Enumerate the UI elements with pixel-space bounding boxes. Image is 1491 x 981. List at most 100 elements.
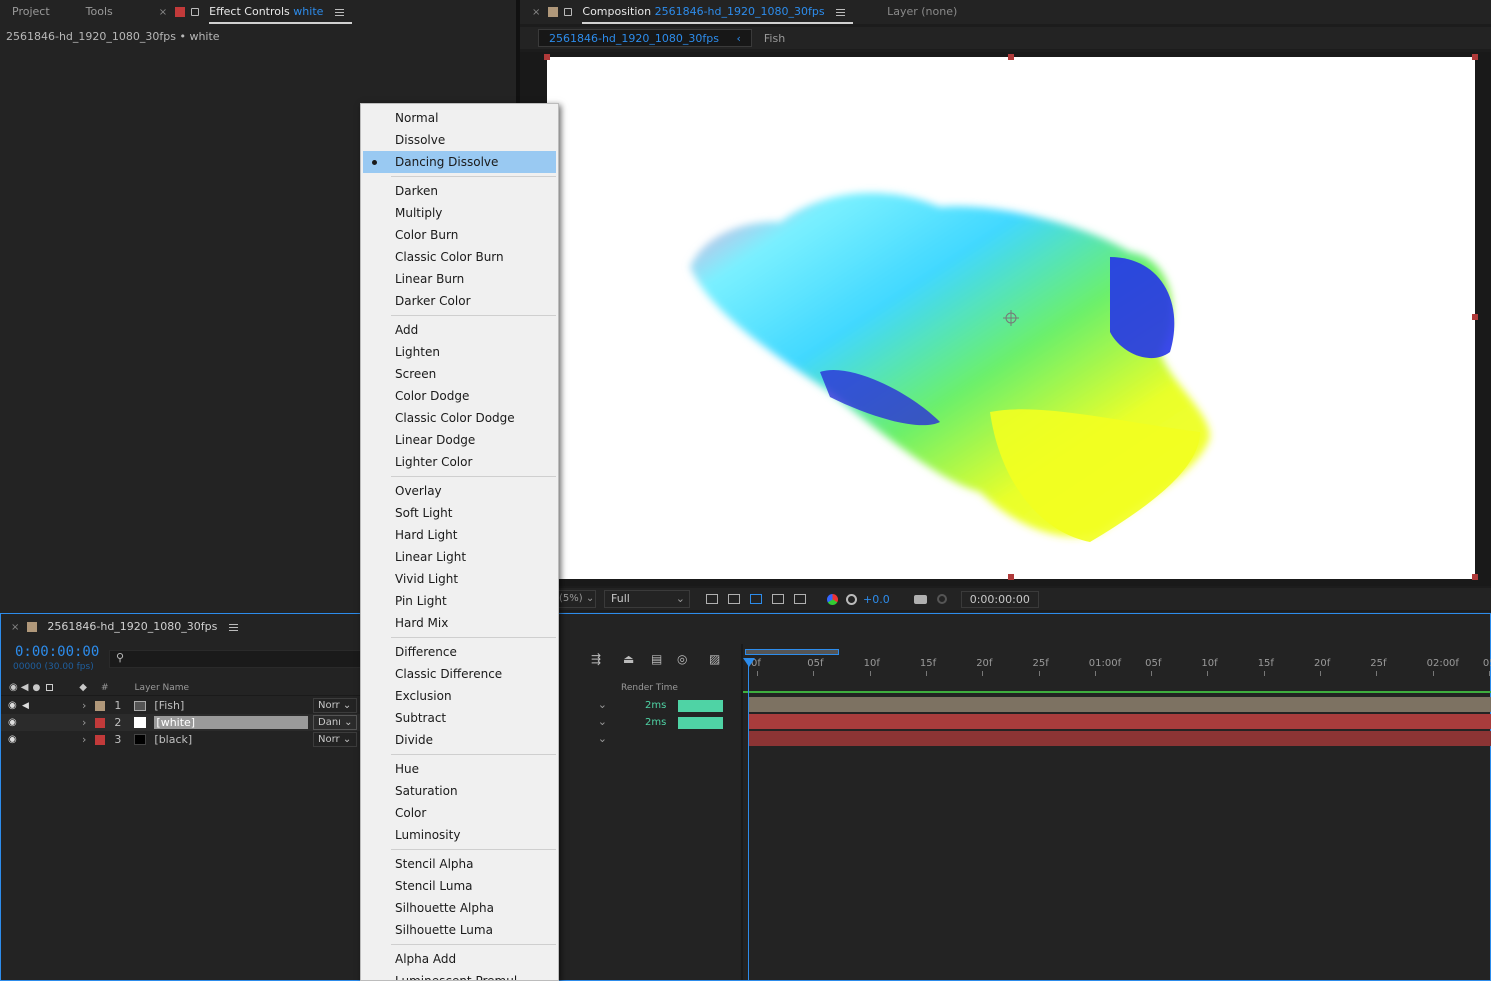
- blend-menu-item[interactable]: Lighter Color: [361, 451, 558, 473]
- layer-row[interactable]: ◉ › 3 [black]: [1, 731, 361, 748]
- grid-guides-icon[interactable]: [794, 594, 806, 604]
- expand-chevron-icon[interactable]: ›: [82, 716, 86, 729]
- panel-menu-icon[interactable]: [228, 623, 238, 631]
- comp-flowchart-icon[interactable]: ⇶: [591, 652, 601, 666]
- transparency-grid-icon[interactable]: [728, 594, 740, 604]
- solo-switch-icon[interactable]: ●: [32, 683, 40, 693]
- track-white[interactable]: [749, 714, 1491, 729]
- channel-rgb-icon[interactable]: [827, 593, 838, 605]
- comp-subtab-active[interactable]: 2561846-hd_1920_1080_30fps ‹: [538, 29, 752, 47]
- parent-dropdown-chevron[interactable]: ⌄: [598, 715, 607, 728]
- blend-menu-item[interactable]: Saturation: [361, 780, 558, 802]
- camera-snapshot-icon[interactable]: [913, 594, 927, 604]
- blend-menu-item[interactable]: Hard Mix: [361, 612, 558, 634]
- blend-menu-item[interactable]: Linear Burn: [361, 268, 558, 290]
- parent-dropdown-chevron[interactable]: ⌄: [598, 698, 607, 711]
- region-of-interest-icon[interactable]: [706, 594, 718, 604]
- layer-label-swatch[interactable]: [95, 717, 106, 728]
- eye-icon[interactable]: ◉: [8, 700, 18, 711]
- tab-layer-panel[interactable]: Layer (none): [879, 0, 965, 24]
- frame-blending-icon[interactable]: ▤: [651, 652, 662, 666]
- blend-menu-item[interactable]: Color Burn: [361, 224, 558, 246]
- blend-menu-item[interactable]: Dissolve: [361, 129, 558, 151]
- blend-menu-item[interactable]: Add: [361, 319, 558, 341]
- audio-switch-icon[interactable]: ◀: [21, 682, 29, 693]
- eye-icon[interactable]: ◉: [8, 734, 18, 745]
- video-switch-icon[interactable]: ◉: [9, 682, 18, 693]
- layer-name-selected[interactable]: [white]: [154, 716, 309, 729]
- time-ruler[interactable]: 0f 05f 10f 15f 20f 25f 01:00f 05f 10f 15f 20f 25f 02…: [743, 644, 1491, 678]
- layer-row[interactable]: ◉ ◀ › 1 [Fish]: [1, 697, 361, 714]
- label-tag-icon[interactable]: ◆: [79, 682, 87, 693]
- blend-mode-dropdown[interactable]: Norr ⌄: [313, 698, 357, 713]
- show-snapshot-icon[interactable]: [936, 594, 947, 604]
- playhead-handle[interactable]: [743, 658, 755, 667]
- viewer-timecode[interactable]: 0:00:00:00: [960, 590, 1039, 608]
- parent-dropdown-chevron[interactable]: ⌄: [598, 732, 607, 745]
- graph-editor-icon[interactable]: ▨: [709, 652, 720, 666]
- timeline-timecode[interactable]: 0:00:00:00: [15, 644, 99, 660]
- blend-menu-item[interactable]: Alpha Add: [361, 948, 558, 970]
- work-area-bar[interactable]: [745, 649, 839, 655]
- tab-tools[interactable]: Tools: [78, 0, 121, 24]
- lock-switch-icon[interactable]: [46, 684, 54, 691]
- blend-mode-dropdown[interactable]: Danı ⌄: [313, 715, 357, 730]
- blend-menu-item[interactable]: Silhouette Alpha: [361, 897, 558, 919]
- safe-margins-icon[interactable]: [772, 594, 784, 604]
- layer-name[interactable]: [Fish]: [154, 699, 184, 712]
- blend-menu-item[interactable]: Luminescent Premul: [361, 970, 558, 980]
- exposure-value[interactable]: +0.0: [863, 593, 890, 606]
- blend-menu-item[interactable]: Lighten: [361, 341, 558, 363]
- lock-icon[interactable]: [564, 8, 573, 16]
- layer-name[interactable]: [black]: [154, 733, 192, 746]
- mask-path-icon[interactable]: [750, 594, 762, 604]
- blend-menu-item[interactable]: Darken: [361, 180, 558, 202]
- blend-menu-item[interactable]: Subtract: [361, 707, 558, 729]
- blend-menu-item[interactable]: Vivid Light: [361, 568, 558, 590]
- blend-menu-item[interactable]: Exclusion: [361, 685, 558, 707]
- blend-menu-item[interactable]: Pin Light: [361, 590, 558, 612]
- comp-viewer[interactable]: [520, 52, 1491, 586]
- panel-menu-icon[interactable]: [334, 8, 344, 16]
- blend-menu-item[interactable]: Linear Light: [361, 546, 558, 568]
- blend-menu-item[interactable]: Hard Light: [361, 524, 558, 546]
- blend-menu-item[interactable]: Silhouette Luma: [361, 919, 558, 941]
- draft-3d-icon[interactable]: ⏏: [623, 652, 634, 666]
- blend-menu-item[interactable]: Soft Light: [361, 502, 558, 524]
- motion-blur-icon[interactable]: ◎: [677, 652, 687, 666]
- track-fish[interactable]: [749, 697, 1491, 712]
- layer-row-selected[interactable]: ◉ › 2 [white]: [1, 714, 361, 731]
- blend-menu-item[interactable]: Difference: [361, 641, 558, 663]
- tab-timeline-comp[interactable]: 2561846-hd_1920_1080_30fps: [41, 615, 245, 639]
- playhead[interactable]: [748, 658, 749, 980]
- blend-mode-dropdown[interactable]: Norr ⌄: [313, 732, 357, 747]
- blend-menu-item[interactable]: Classic Difference: [361, 663, 558, 685]
- blend-menu-item[interactable]: Multiply: [361, 202, 558, 224]
- tab-project[interactable]: Project: [4, 0, 58, 24]
- speaker-icon[interactable]: ◀: [22, 701, 32, 711]
- blend-menu-item[interactable]: Stencil Luma: [361, 875, 558, 897]
- blend-menu-item[interactable]: Color Dodge: [361, 385, 558, 407]
- blend-menu-item[interactable]: Color: [361, 802, 558, 824]
- close-icon[interactable]: ×: [528, 7, 544, 18]
- blend-menu-item[interactable]: Normal: [361, 107, 558, 129]
- blend-menu-item[interactable]: Stencil Alpha: [361, 853, 558, 875]
- eye-icon[interactable]: ◉: [8, 717, 18, 728]
- resolution-dropdown[interactable]: Full ⌄: [604, 590, 690, 608]
- lock-icon[interactable]: [191, 8, 200, 16]
- blend-menu-item[interactable]: Darker Color: [361, 290, 558, 312]
- panel-menu-icon[interactable]: [836, 8, 846, 16]
- blend-menu-item[interactable]: Overlay: [361, 480, 558, 502]
- tab-effect-controls[interactable]: Effect Controls white: [205, 0, 352, 24]
- magnification-dropdown[interactable]: (5%) ⌄: [556, 590, 596, 608]
- blend-menu-item[interactable]: Classic Color Burn: [361, 246, 558, 268]
- close-icon[interactable]: ×: [7, 622, 23, 633]
- blend-menu-item[interactable]: Luminosity: [361, 824, 558, 846]
- blend-menu-item[interactable]: Divide: [361, 729, 558, 751]
- close-icon[interactable]: ×: [155, 7, 171, 18]
- timeline-divider[interactable]: [741, 644, 743, 980]
- blend-menu-item[interactable]: Dancing Dissolve: [363, 151, 556, 173]
- layer-search-input[interactable]: ⚲: [109, 650, 361, 668]
- blend-menu-item[interactable]: Hue: [361, 758, 558, 780]
- comp-subtab-fish[interactable]: Fish: [764, 32, 785, 45]
